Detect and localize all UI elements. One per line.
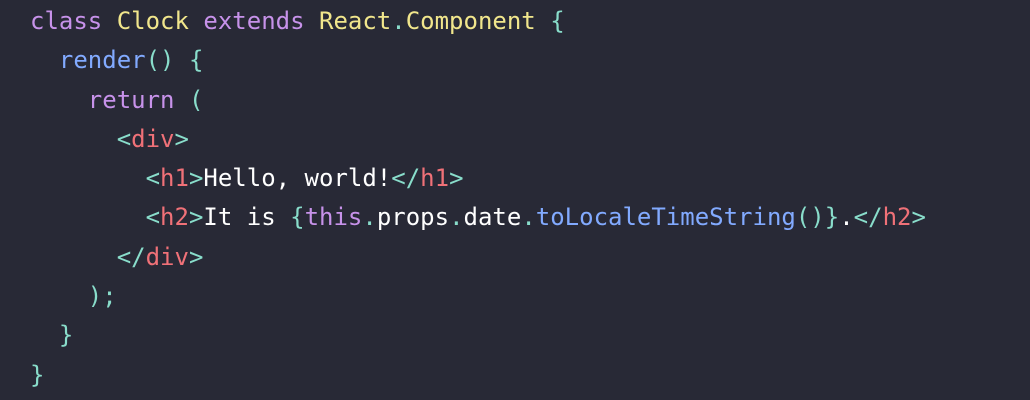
code-token: ); xyxy=(87,282,117,311)
code-token: Component xyxy=(405,7,551,35)
code-token: props xyxy=(376,203,450,232)
code-token: extends xyxy=(203,7,319,35)
code-token: h1 xyxy=(160,164,189,193)
code-line: render() { xyxy=(30,41,1030,80)
code-line: ); xyxy=(30,277,1030,316)
code-token: </ xyxy=(853,203,883,232)
code-token: . xyxy=(391,7,406,35)
code-token: this xyxy=(304,203,363,232)
code-token: > xyxy=(449,164,464,193)
code-token: < xyxy=(116,124,132,153)
code-token: < xyxy=(145,203,161,232)
code-line: } xyxy=(30,316,1030,355)
code-block: class Clock extends React.Component { re… xyxy=(0,0,1030,400)
code-line: <div> xyxy=(30,120,1030,159)
code-token: return xyxy=(87,85,189,114)
code-token: ()} xyxy=(795,203,840,232)
code-token: render xyxy=(58,46,146,75)
code-token: . xyxy=(521,203,536,232)
code-line: <h1>Hello, world!</h1> xyxy=(30,159,1030,198)
code-token: class xyxy=(30,7,117,35)
code-token: () { xyxy=(145,46,204,75)
code-token: h1 xyxy=(420,164,450,193)
code-token: } xyxy=(58,321,74,350)
code-line: </div> xyxy=(30,238,1030,277)
code-line: return ( xyxy=(30,81,1030,120)
code-token: </ xyxy=(116,242,146,271)
code-token: > xyxy=(188,164,204,193)
code-token: } xyxy=(30,360,45,389)
code-line: <h2>It is {this.props.date.toLocaleTimeS… xyxy=(30,198,1030,237)
code-token: div xyxy=(131,124,175,153)
code-token: React xyxy=(319,7,392,35)
code-token: > xyxy=(188,242,204,271)
code-line: class Clock extends React.Component { xyxy=(30,2,1030,41)
code-token: Clock xyxy=(116,7,204,35)
code-token: < xyxy=(145,164,161,193)
code-token: > xyxy=(174,124,189,153)
code-token: Hello, world! xyxy=(203,164,392,193)
code-token: div xyxy=(145,242,189,271)
code-token: { xyxy=(550,7,565,35)
code-token: . xyxy=(449,203,464,232)
code-token: ( xyxy=(188,85,204,114)
code-token: toLocaleTimeString xyxy=(535,203,796,232)
code-token: { xyxy=(290,203,305,232)
code-token: date xyxy=(463,203,522,232)
code-token: > xyxy=(188,203,204,232)
code-token: . xyxy=(839,203,854,232)
code-token: > xyxy=(911,203,926,232)
code-line: } xyxy=(30,356,1030,395)
code-token: It is xyxy=(203,203,291,232)
code-token: </ xyxy=(391,164,421,193)
code-token: h2 xyxy=(882,203,912,232)
code-token: h2 xyxy=(160,203,189,232)
code-token: . xyxy=(362,203,377,232)
